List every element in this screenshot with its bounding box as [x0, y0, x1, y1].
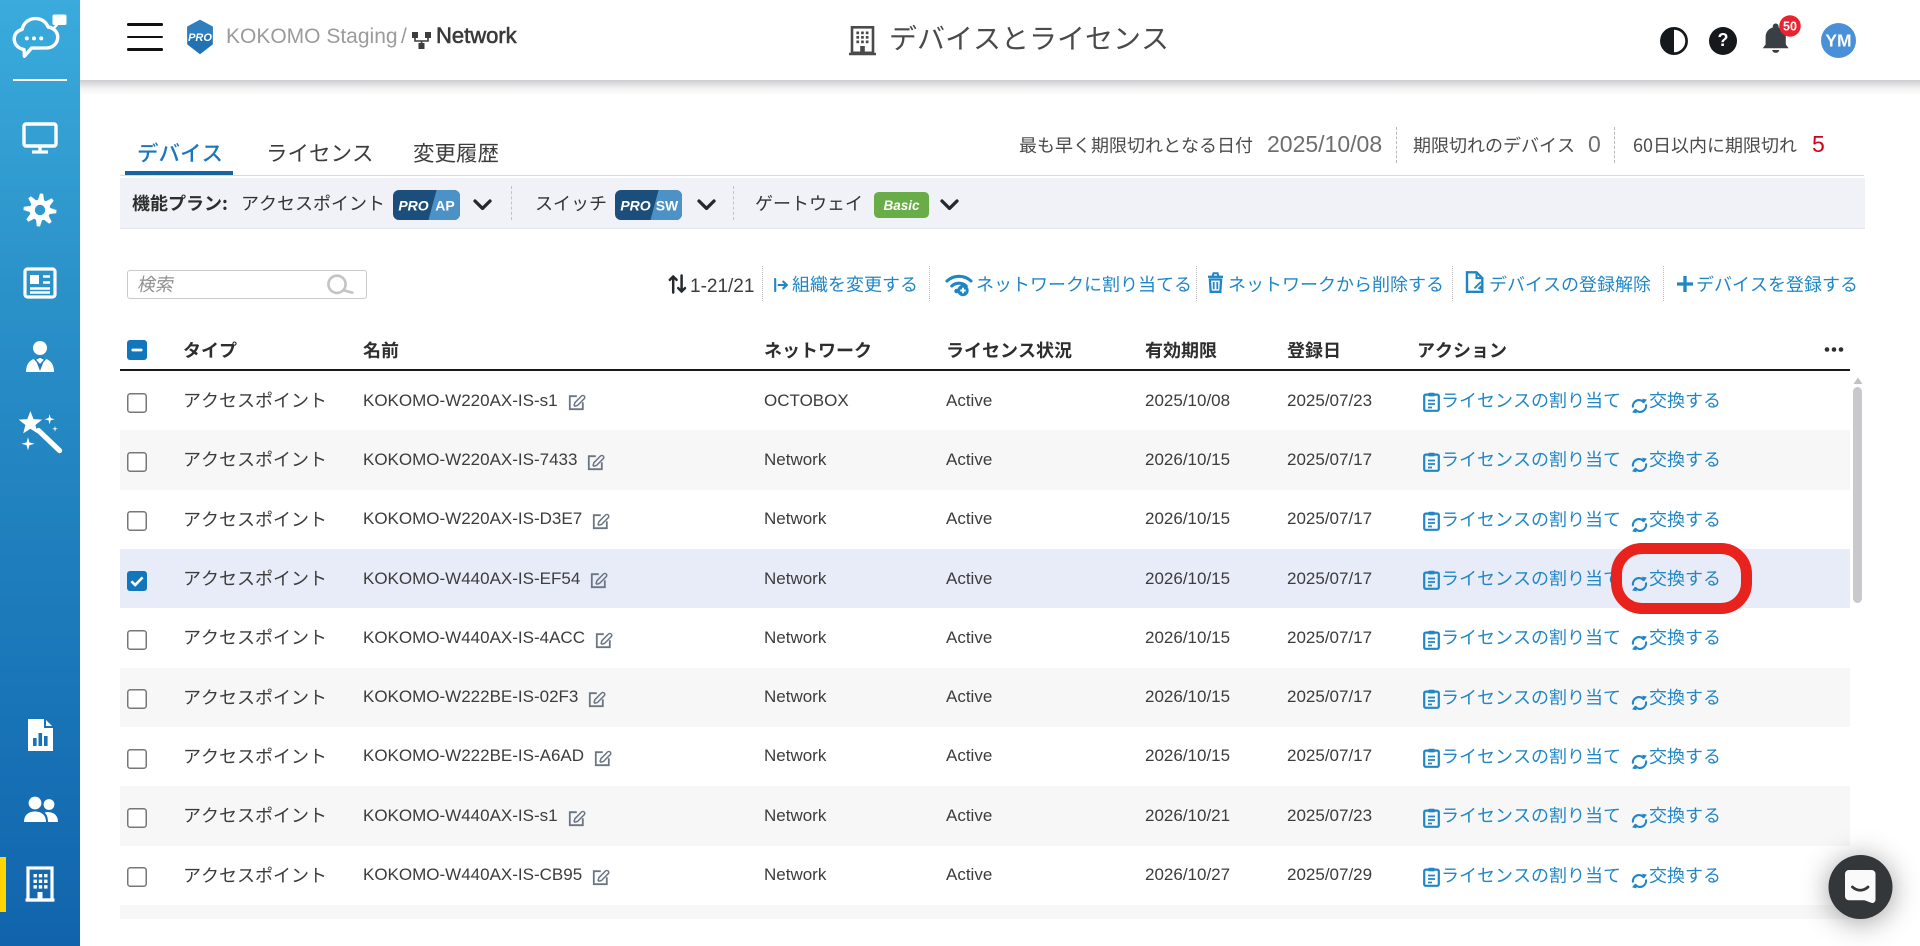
svg-text:50: 50 [1783, 20, 1797, 34]
svg-text:PRO: PRO [620, 197, 650, 213]
svg-text:Basic: Basic [883, 198, 920, 213]
svg-text:PRO: PRO [398, 197, 428, 213]
svg-text:PRO: PRO [188, 32, 212, 44]
svg-text:YM: YM [1825, 31, 1851, 51]
svg-text:SW: SW [656, 197, 679, 213]
svg-text:AP: AP [435, 197, 454, 213]
